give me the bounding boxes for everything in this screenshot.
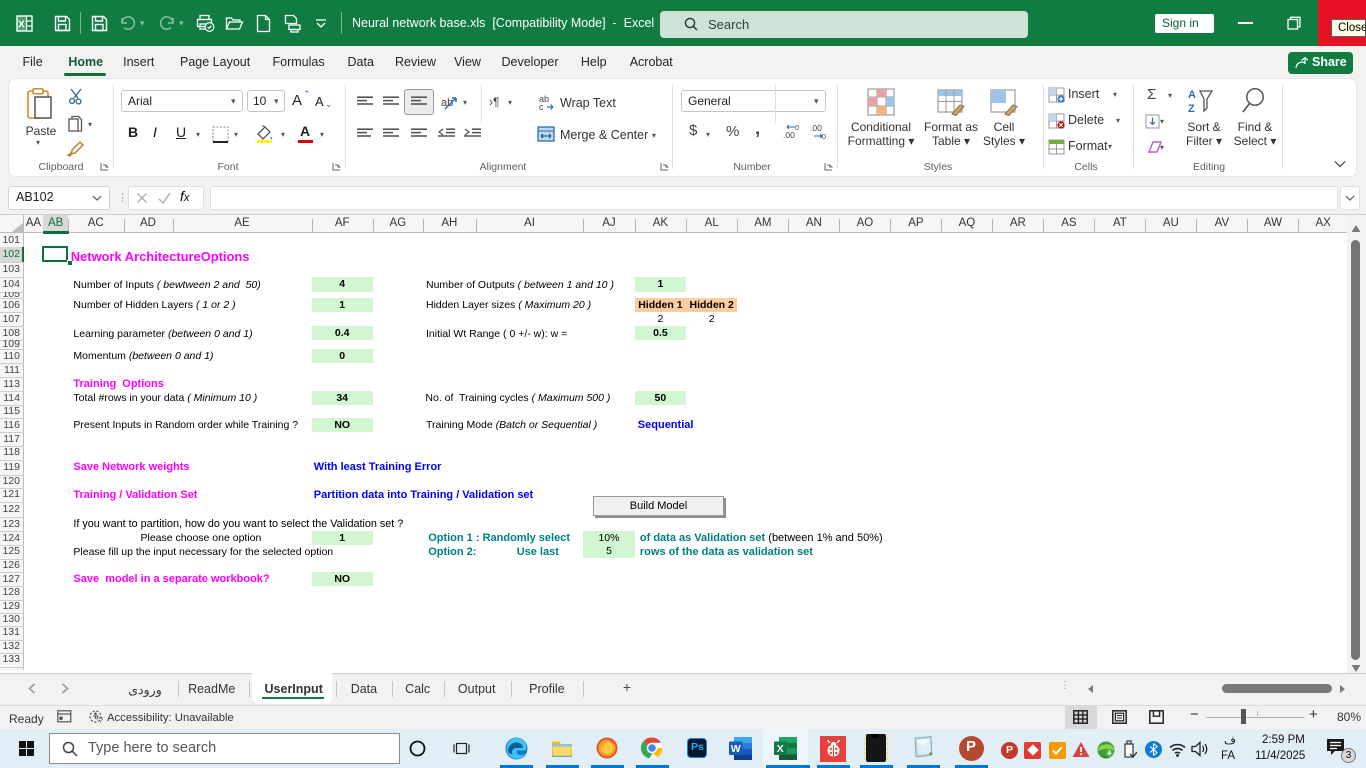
svg-text:A: A — [1188, 89, 1196, 101]
svg-text:0: 0 — [795, 125, 799, 132]
svg-text:.00: .00 — [783, 130, 795, 139]
svg-text:c: c — [539, 102, 544, 110]
svg-text:.00: .00 — [810, 124, 822, 133]
svg-text:X: X — [777, 743, 784, 755]
svg-text:W: W — [731, 743, 741, 755]
svg-text:Z: Z — [1188, 103, 1195, 114]
svg-text:X: X — [18, 20, 25, 31]
svg-text:?: ? — [99, 716, 104, 724]
svg-text:0: 0 — [822, 134, 826, 139]
